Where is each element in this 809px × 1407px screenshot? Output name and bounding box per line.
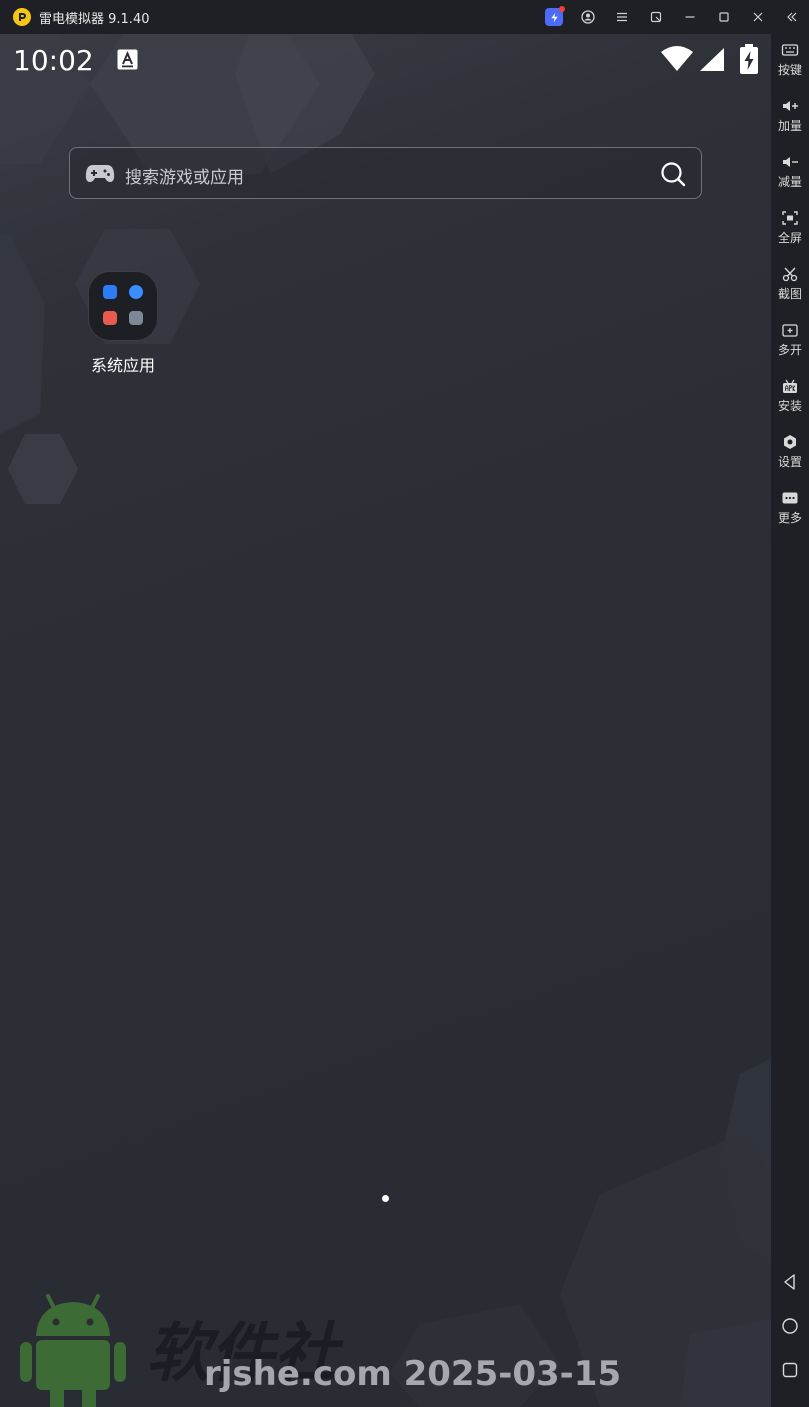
settings-app-icon [103, 285, 117, 299]
battery-charging-icon [740, 44, 758, 74]
browser-app-icon [129, 285, 143, 299]
nav-recents-button[interactable] [771, 1350, 809, 1390]
sidebar-item-label: 更多 [777, 511, 802, 525]
sidebar-item-multi-instance[interactable]: 多开 [771, 318, 809, 370]
gear-icon [784, 435, 796, 449]
apk-icon [783, 379, 797, 393]
folder-icon [88, 271, 158, 341]
scissors-icon [782, 267, 798, 282]
fullscreen-icon [782, 211, 798, 225]
more-icon [782, 492, 798, 504]
menu-button[interactable] [605, 0, 639, 34]
sidebar-item-install[interactable]: 安装 [771, 374, 809, 426]
signal-icon [700, 48, 724, 71]
android-screen[interactable]: 10:02 搜索游戏或应用 系统应用 软件社 rjshe.com 2025-03… [0, 34, 771, 1407]
back-icon [784, 1274, 795, 1290]
gamepad-icon [85, 165, 115, 182]
sidebar-item-fullscreen[interactable]: 全屏 [771, 206, 809, 258]
account-button[interactable] [571, 0, 605, 34]
system-apps-folder[interactable]: 系统应用 [80, 270, 166, 380]
search-bar[interactable]: 搜索游戏或应用 [69, 147, 702, 199]
window-controls [537, 0, 809, 34]
minimize-button[interactable] [673, 0, 707, 34]
search-input[interactable]: 搜索游戏或应用 [125, 163, 244, 188]
clock: 10:02 [13, 44, 94, 77]
boost-button[interactable] [537, 0, 571, 34]
search-icon[interactable] [660, 161, 686, 187]
sidebar-item-label: 减量 [777, 175, 802, 189]
sidebar-item-label: 安装 [777, 399, 802, 413]
home-icon [782, 1318, 798, 1334]
maximize-button[interactable] [707, 0, 741, 34]
side-toolbar: 按键 加量 减量 全屏 截图 多开 安装 设置 更多 [771, 34, 809, 1407]
minimize-icon [685, 16, 695, 18]
user-icon [581, 10, 595, 24]
page-indicator [382, 1195, 389, 1202]
sidebar-item-settings[interactable]: 设置 [771, 430, 809, 482]
contacts-app-icon [129, 311, 143, 325]
mini-window-icon [650, 11, 662, 23]
app-logo-icon [13, 8, 31, 26]
window-title: 雷电模拟器 9.1.40 [39, 11, 150, 27]
close-button[interactable] [741, 0, 775, 34]
nav-home-button[interactable] [771, 1306, 809, 1346]
maximize-icon [719, 12, 729, 22]
mini-mode-button[interactable] [639, 0, 673, 34]
wifi-icon [661, 46, 693, 71]
multi-instance-icon [782, 324, 798, 337]
folder-label: 系统应用 [90, 356, 155, 375]
title-bar: 雷电模拟器 9.1.40 [0, 0, 809, 34]
lightning-icon [545, 6, 565, 26]
collapse-sidebar-button[interactable] [775, 0, 809, 34]
status-bar: 10:02 [0, 34, 771, 88]
sidebar-item-label: 截图 [777, 287, 802, 301]
sidebar-item-volume-up[interactable]: 加量 [771, 94, 809, 146]
double-chevron-left-icon [787, 12, 797, 22]
close-icon [753, 12, 763, 22]
sidebar-item-label: 设置 [777, 455, 802, 469]
volume-up-icon [783, 101, 798, 111]
sidebar-item-volume-down[interactable]: 减量 [771, 150, 809, 202]
sidebar-item-keymap[interactable]: 按键 [771, 38, 809, 90]
volume-down-icon [783, 157, 798, 167]
sidebar-item-screenshot[interactable]: 截图 [771, 262, 809, 314]
sidebar-item-label: 按键 [777, 63, 802, 77]
recents-icon [782, 1362, 798, 1378]
hamburger-icon [617, 12, 627, 22]
keyboard-icon [781, 44, 799, 56]
gallery-app-icon [103, 311, 117, 325]
sidebar-item-label: 多开 [777, 343, 802, 357]
sidebar-item-label: 全屏 [777, 231, 802, 245]
nav-back-button[interactable] [771, 1262, 809, 1302]
emulator-window: 雷电模拟器 9.1.40 10:02 搜索游戏或应用 系统应用 软件社 rjsh… [0, 0, 809, 1407]
keyboard-input-icon [117, 49, 138, 70]
sidebar-item-more[interactable]: 更多 [771, 486, 809, 538]
sidebar-item-label: 加量 [777, 119, 802, 133]
